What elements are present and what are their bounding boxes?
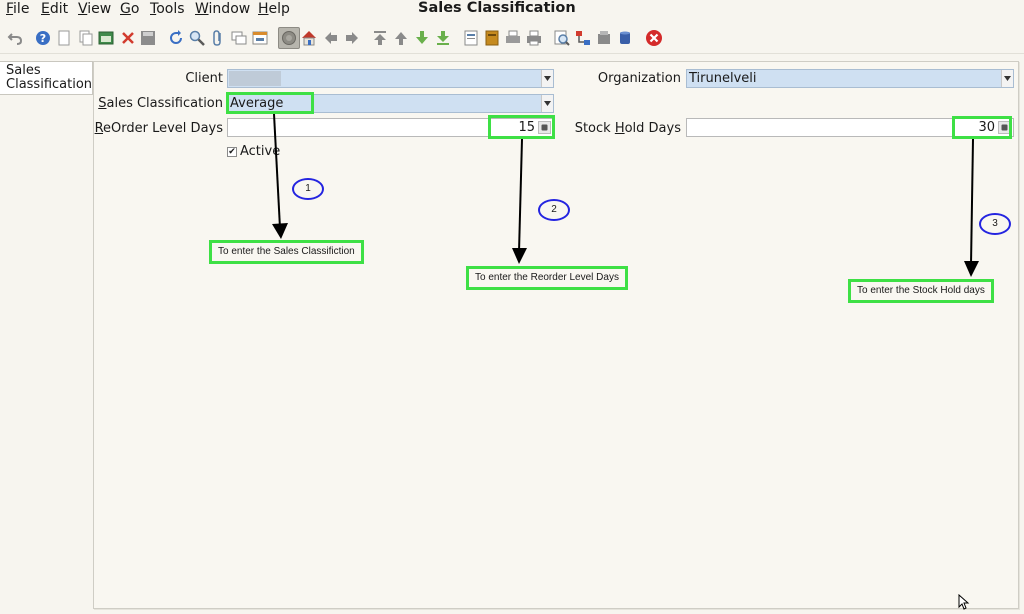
svg-text:?: ? (40, 32, 46, 45)
checkmark-icon: ✔ (228, 147, 236, 157)
window-title: Sales Classification (418, 0, 576, 16)
attachment-icon[interactable] (209, 29, 227, 47)
menu-window[interactable]: Window (195, 1, 250, 17)
find-icon[interactable] (188, 29, 206, 47)
annotation-note-sales-classification: To enter the Sales Classifiction (209, 240, 364, 264)
stock-hold-mnemonic: H (614, 121, 625, 136)
chat-icon[interactable] (230, 29, 248, 47)
menu-help-mnemonic: H (258, 1, 269, 17)
print-icon[interactable] (525, 29, 543, 47)
menu-tools-label: ools (156, 1, 185, 17)
menu-view-mnemonic: V (78, 1, 88, 17)
highlight-reorder-level-days (488, 115, 555, 139)
reorder-mnemonic: R (94, 121, 104, 136)
home-icon[interactable] (300, 29, 318, 47)
chevron-down-icon[interactable] (541, 95, 553, 112)
first-record-icon[interactable] (371, 29, 389, 47)
menu-window-label: indow (208, 1, 251, 17)
chevron-down-icon[interactable] (1001, 70, 1013, 87)
mouse-cursor-icon (958, 594, 970, 610)
tab-sales-classification[interactable]: Sales Classification (0, 61, 93, 95)
menu-edit-mnemonic: E (41, 1, 50, 17)
history-icon[interactable] (278, 27, 300, 49)
menu-bar: File Edit View Go Tools Window Help Sale… (0, 0, 1024, 20)
menu-file[interactable]: File (6, 1, 29, 17)
arrow-right-icon[interactable] (343, 29, 361, 47)
menu-window-mnemonic: W (195, 1, 209, 17)
client-combo[interactable] (227, 69, 554, 88)
annotation-number-2: 2 (538, 199, 570, 221)
menu-help-label: elp (268, 1, 290, 17)
grid-toggle-icon[interactable] (251, 29, 269, 47)
highlight-sales-classification (226, 92, 314, 114)
stock-hold-label-pre: Stock (574, 121, 615, 136)
toolbar: ? (0, 24, 1024, 54)
menu-edit-label: dit (49, 1, 69, 17)
stock-hold-label-text: old Days (624, 121, 681, 136)
sales-classification-label: Sales Classification (94, 96, 223, 111)
print-preview-icon[interactable] (504, 29, 522, 47)
organization-label: Organization (597, 71, 681, 86)
copy-record-icon[interactable] (77, 29, 95, 47)
menu-view-label: iew (87, 1, 112, 17)
active-checkbox[interactable]: ✔ (227, 147, 237, 157)
zoom-across-icon[interactable] (553, 29, 571, 47)
archive-icon[interactable] (483, 29, 501, 47)
save-record-icon[interactable] (97, 29, 115, 47)
annotation-note-reorder-level-days: To enter the Reorder Level Days (466, 266, 628, 290)
new-record-icon[interactable] (55, 29, 73, 47)
menu-edit[interactable]: Edit (41, 1, 68, 17)
client-value-blurred (229, 71, 281, 86)
next-record-icon[interactable] (413, 29, 431, 47)
arrow-left-icon[interactable] (322, 29, 340, 47)
organization-combo[interactable]: Tirunelveli (686, 69, 1014, 88)
client-label: Client (185, 71, 223, 86)
undo-icon[interactable] (6, 29, 24, 47)
reorder-label-text: eOrder Level Days (103, 121, 223, 136)
disk-icon[interactable] (139, 29, 157, 47)
menu-file-label: ile (13, 1, 30, 17)
record-panel: Client Organization Tirunelveli Sales Cl… (93, 61, 1019, 609)
highlight-stock-hold-days (952, 116, 1012, 139)
annotation-number-3: 3 (979, 213, 1011, 235)
menu-file-mnemonic: F (6, 1, 14, 17)
report-icon[interactable] (462, 29, 480, 47)
stock-hold-days-label: Stock Hold Days (564, 121, 681, 136)
annotation-number-1: 1 (292, 178, 324, 200)
organization-value: Tirunelveli (689, 71, 757, 86)
active-label: Active (240, 144, 281, 159)
menu-go-mnemonic: G (120, 1, 131, 17)
menu-go[interactable]: Go (120, 1, 139, 17)
database-icon[interactable] (616, 29, 634, 47)
menu-help[interactable]: Help (258, 1, 290, 17)
sales-classification-mnemonic: S (98, 96, 107, 111)
refresh-icon[interactable] (167, 29, 185, 47)
delete-icon[interactable] (119, 29, 137, 47)
reorder-level-days-label: ReOrder Level Days (94, 121, 223, 136)
help-icon[interactable]: ? (34, 29, 52, 47)
menu-go-label: o (130, 1, 140, 17)
product-info-icon[interactable] (595, 29, 613, 47)
last-record-icon[interactable] (434, 29, 452, 47)
menu-tools[interactable]: Tools (150, 1, 185, 17)
previous-record-icon[interactable] (392, 29, 410, 47)
annotation-note-stock-hold-days: To enter the Stock Hold days (848, 279, 994, 303)
exit-icon[interactable] (645, 29, 663, 47)
menu-view[interactable]: View (78, 1, 111, 17)
sales-classification-label-text: ales Classification (106, 96, 224, 111)
workflow-icon[interactable] (574, 29, 592, 47)
chevron-down-icon[interactable] (541, 70, 553, 87)
